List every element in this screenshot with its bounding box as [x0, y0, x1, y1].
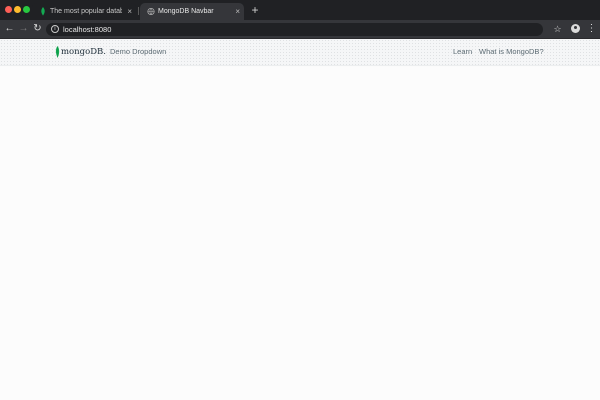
page-viewport: mongoDB. Demo Dropdown Learn What is Mon… — [0, 39, 600, 400]
page-body — [0, 67, 600, 400]
new-tab-button[interactable]: + — [249, 3, 261, 18]
site-navbar: mongoDB. Demo Dropdown Learn What is Mon… — [0, 39, 600, 66]
address-url[interactable]: localhost:8080 — [63, 23, 111, 36]
tab-title: MongoDB Navbar — [158, 8, 214, 15]
tab-mongodb-navbar[interactable]: MongoDB Navbar × — [140, 3, 244, 20]
close-window-button[interactable] — [5, 6, 12, 13]
reload-icon[interactable]: ↻ — [31, 22, 44, 36]
browser-toolbar: ← → ↻ i localhost:8080 ☆ ⋮ — [0, 20, 600, 39]
forward-arrow-icon[interactable]: → — [17, 22, 30, 36]
kebab-menu-icon[interactable]: ⋮ — [586, 23, 597, 35]
nav-learn[interactable]: Learn — [453, 46, 472, 58]
account-icon[interactable] — [570, 23, 581, 35]
brand-wordmark: mongoDB. — [61, 47, 106, 57]
minimize-window-button[interactable] — [14, 6, 21, 13]
globe-icon — [147, 7, 155, 16]
address-bar[interactable]: i localhost:8080 — [46, 23, 543, 36]
close-icon[interactable]: × — [235, 3, 240, 20]
nav-what-is-mongodb[interactable]: What is MongoDB? — [479, 46, 544, 58]
tab-separator — [138, 7, 139, 15]
browser-window: The most popular database for × MongoDB … — [0, 0, 600, 400]
tab-title: The most popular database for — [50, 8, 122, 15]
tab-strip: The most popular database for × MongoDB … — [0, 0, 600, 20]
maximize-window-button[interactable] — [23, 6, 30, 13]
mongodb-leaf-icon — [41, 7, 45, 16]
info-icon[interactable]: i — [51, 25, 59, 33]
nav-demo-dropdown[interactable]: Demo Dropdown — [110, 46, 166, 58]
close-icon[interactable]: × — [127, 3, 132, 20]
back-arrow-icon[interactable]: ← — [3, 22, 16, 36]
tab-mongodb-home[interactable]: The most popular database for × — [32, 3, 136, 20]
star-icon[interactable]: ☆ — [552, 23, 563, 35]
mongodb-leaf-icon — [55, 46, 60, 58]
